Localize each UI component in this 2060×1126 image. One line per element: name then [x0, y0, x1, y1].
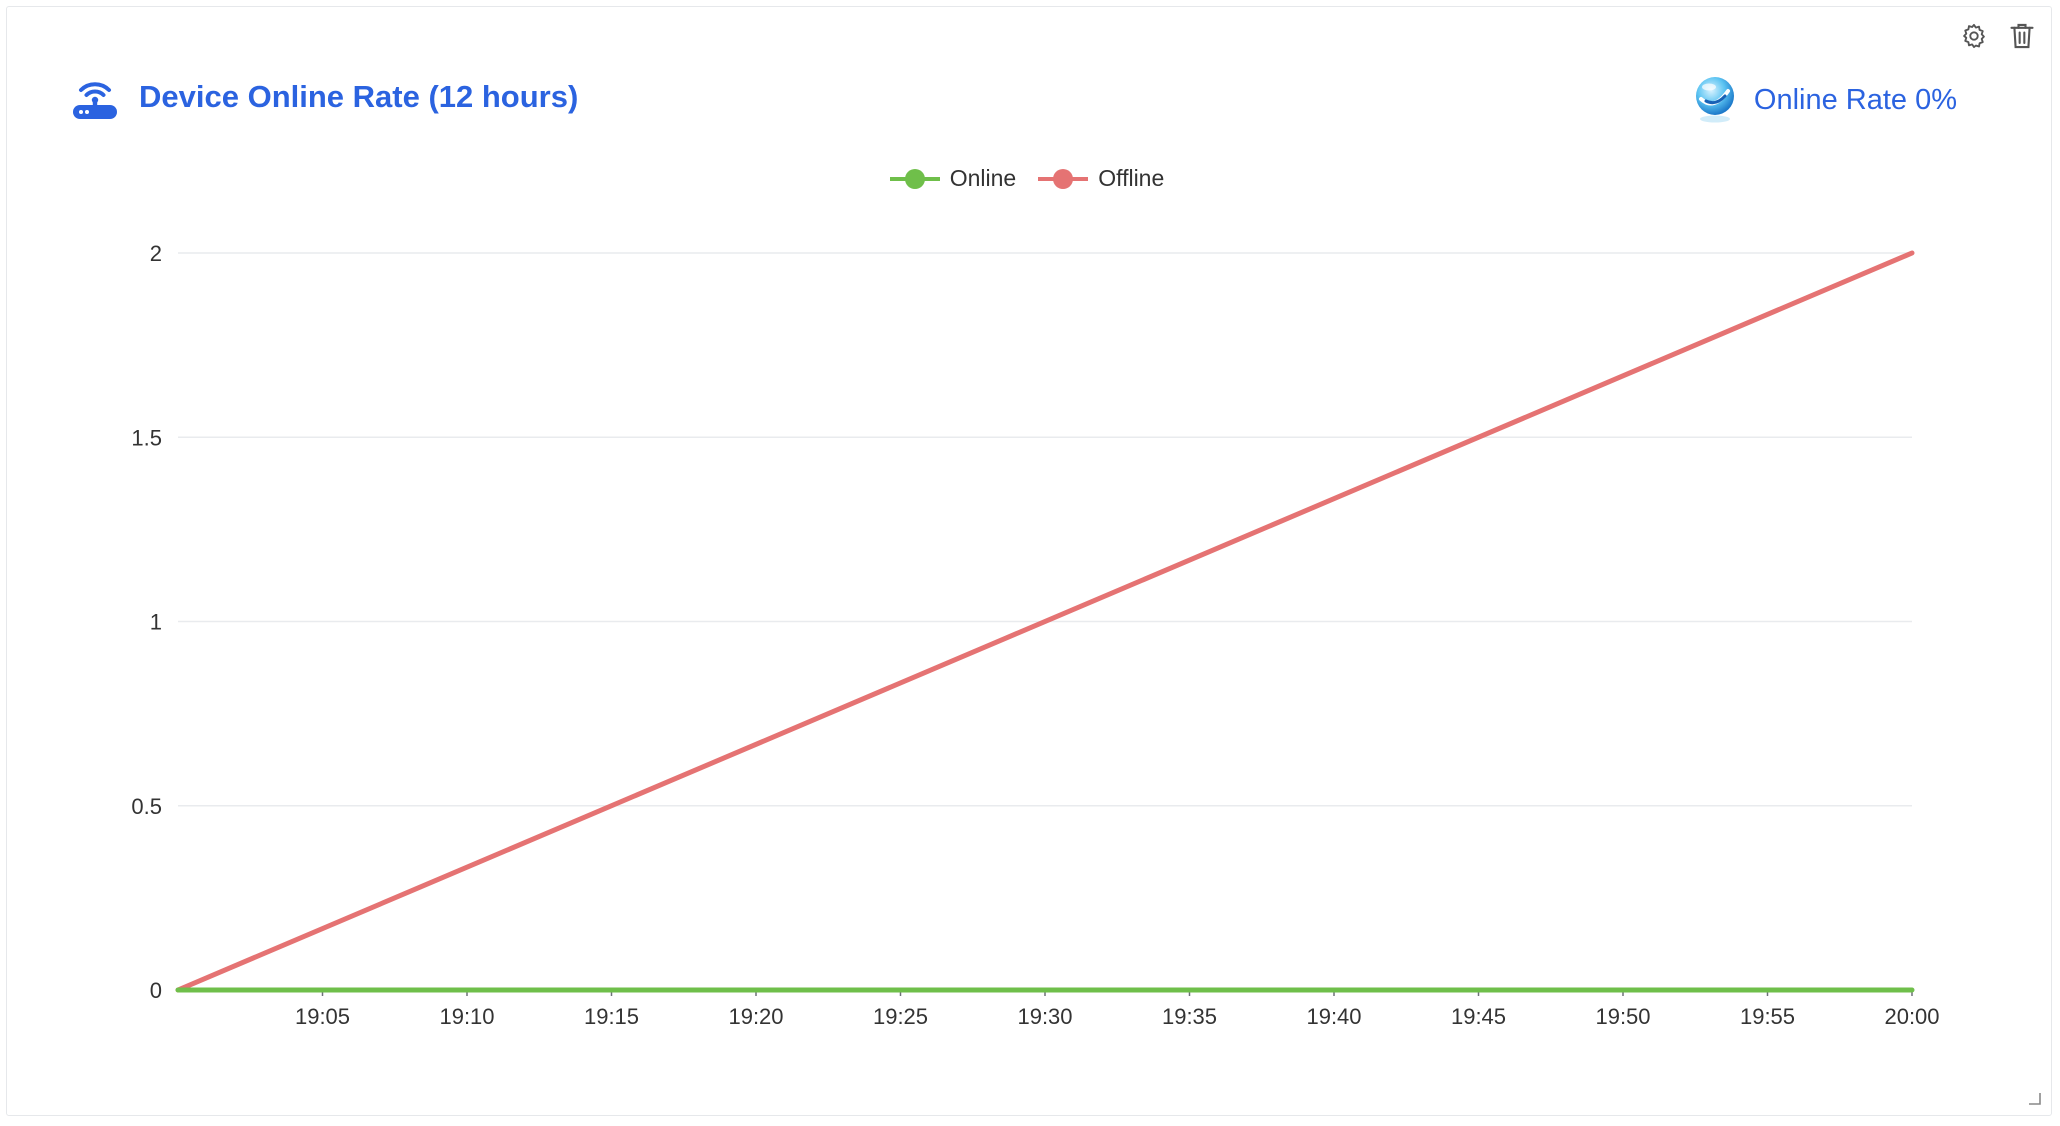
- delete-button[interactable]: [2007, 21, 2037, 51]
- resize-handle-icon[interactable]: [2027, 1091, 2041, 1105]
- legend-marker-online: [889, 168, 940, 189]
- card-toolbar: [1959, 21, 2037, 51]
- legend-marker-offline: [1038, 168, 1089, 189]
- legend-item-offline[interactable]: Offline: [1038, 165, 1164, 192]
- legend-item-online[interactable]: Online: [889, 165, 1017, 192]
- glossy-globe-icon: [1695, 77, 1734, 123]
- online-rate-label: Online Rate: [1753, 83, 1908, 116]
- router-wifi-icon: [73, 82, 117, 119]
- page-title: Device Online Rate (12 hours): [139, 79, 579, 114]
- chart-legend: Online Offline: [3, 165, 2051, 192]
- online-rate-summary: Online Rate 0%: [1690, 75, 1957, 125]
- legend-label-offline: Offline: [1098, 165, 1165, 191]
- card-header: Device Online Rate (12 hours): [71, 73, 578, 121]
- chart-card: Device Online Rate (12 hours) Online Rat…: [6, 6, 2052, 1116]
- gear-icon: [1963, 23, 1985, 49]
- legend-label-online: Online: [949, 165, 1017, 191]
- trash-icon: [2010, 23, 2034, 49]
- online-rate-value: 0%: [1915, 83, 1957, 116]
- settings-button[interactable]: [1959, 21, 1989, 51]
